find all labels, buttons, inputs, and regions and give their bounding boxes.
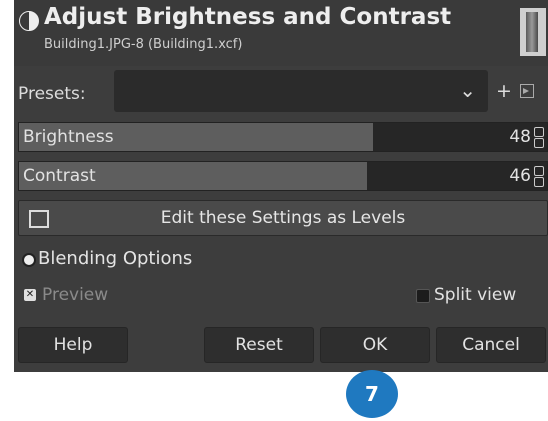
help-button[interactable]: Help <box>18 327 128 363</box>
brightness-contrast-dialog: Adjust Brightness and Contrast Building1… <box>14 0 548 372</box>
split-view-checkbox[interactable] <box>416 289 430 303</box>
cancel-button[interactable]: Cancel <box>436 327 546 363</box>
brightness-spin-icon[interactable] <box>534 127 544 148</box>
presets-combo[interactable]: ⌄ <box>114 70 488 112</box>
brightness-label: Brightness <box>23 127 114 147</box>
presets-menu-icon[interactable] <box>520 84 534 98</box>
edit-as-levels-button[interactable]: Edit these Settings as Levels <box>18 200 548 236</box>
add-preset-button[interactable]: + <box>496 80 512 102</box>
dialog-header: Adjust Brightness and Contrast Building1… <box>14 0 548 66</box>
preview-label[interactable]: Preview <box>42 285 108 305</box>
image-thumbnail <box>520 8 546 56</box>
step-badge: 7 <box>346 370 398 418</box>
contrast-label: Contrast <box>23 166 96 186</box>
chevron-down-icon: ⌄ <box>459 78 476 102</box>
preview-checkbox[interactable]: ✕ <box>24 289 36 301</box>
brightness-slider[interactable]: Brightness 48 <box>18 122 548 152</box>
presets-label: Presets: <box>18 84 86 104</box>
contrast-spin-icon[interactable] <box>534 166 544 187</box>
brightness-value[interactable]: 48 <box>509 127 531 147</box>
ok-button[interactable]: OK <box>320 327 430 363</box>
reset-button[interactable]: Reset <box>204 327 314 363</box>
expander-icon[interactable] <box>22 253 36 267</box>
split-view-label[interactable]: Split view <box>434 285 516 305</box>
blending-options-expander[interactable]: Blending Options <box>38 248 192 269</box>
contrast-slider[interactable]: Contrast 46 <box>18 161 548 191</box>
contrast-value[interactable]: 46 <box>509 166 531 186</box>
brightness-contrast-icon <box>19 11 39 31</box>
edit-as-levels-label: Edit these Settings as Levels <box>160 208 406 228</box>
dialog-subtitle: Building1.JPG-8 (Building1.xcf) <box>44 37 243 52</box>
dialog-title: Adjust Brightness and Contrast <box>44 4 452 30</box>
